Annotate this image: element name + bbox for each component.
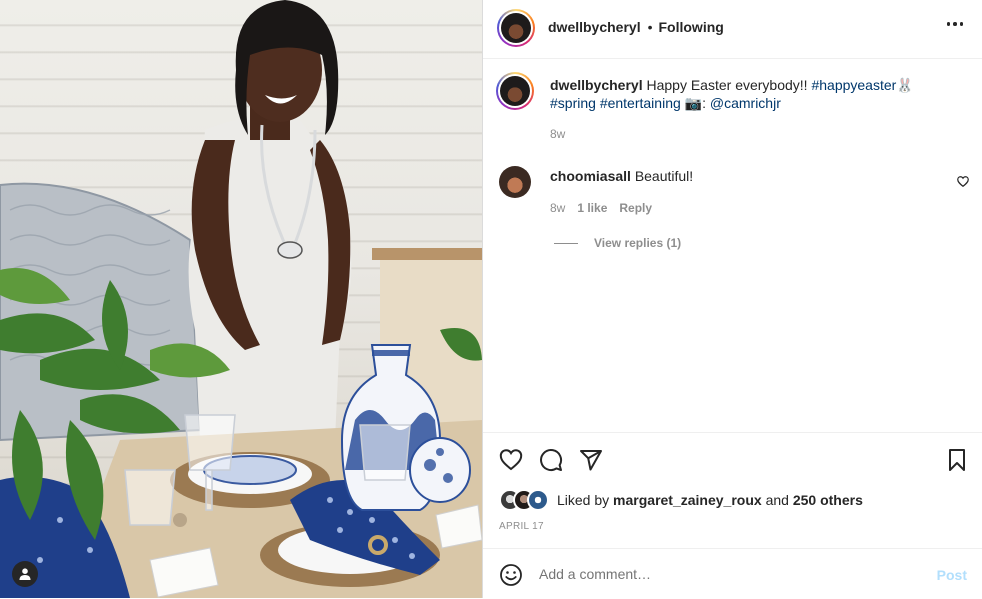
commenter-username-link[interactable]: choomiasall <box>550 168 631 184</box>
liked-by-text: Liked by margaret_zainey_roux and 250 ot… <box>557 492 863 508</box>
comment-timestamp[interactable]: 8w <box>550 201 565 215</box>
liked-by-prefix: Liked by <box>557 492 610 508</box>
caption-colon: : <box>702 95 706 111</box>
liked-by-user-link[interactable]: margaret_zainey_roux <box>613 492 762 508</box>
add-comment-bar: Post <box>483 548 982 599</box>
heart-icon[interactable] <box>499 448 523 472</box>
caption-timestamp[interactable]: 8w <box>550 127 565 141</box>
post-actions-section: Liked by margaret_zainey_roux and 250 ot… <box>483 432 982 532</box>
post-details-panel: dwellbycheryl • Following dwellbycheryl … <box>482 0 982 598</box>
emoji-icon[interactable] <box>499 563 523 587</box>
hashtag-link[interactable]: #spring <box>550 95 596 111</box>
caption-username-link[interactable]: dwellbycheryl <box>550 77 643 93</box>
bookmark-icon[interactable] <box>945 448 969 472</box>
hashtag-link[interactable]: #entertaining <box>600 95 681 111</box>
comment-body: choomiasall Beautiful! <box>550 167 693 185</box>
mention-link[interactable]: @camrichjr <box>710 95 781 111</box>
post-comment-button[interactable]: Post <box>937 567 967 583</box>
liked-by-avatars[interactable] <box>499 489 555 511</box>
photo-scene <box>0 0 482 598</box>
camera-emoji: 📷 <box>684 95 703 111</box>
liked-by-conj: and <box>765 492 789 508</box>
more-options-icon[interactable] <box>946 22 963 26</box>
comment-likes-count[interactable]: 1 like <box>577 201 607 215</box>
replies-divider <box>554 243 578 244</box>
post-caption: dwellbycheryl Happy Easter everybody!! #… <box>550 76 940 112</box>
author-username-link[interactable]: dwellbycheryl <box>548 19 641 35</box>
add-comment-input[interactable] <box>539 563 919 585</box>
bunny-emoji: 🐰 <box>896 77 914 93</box>
author-avatar[interactable] <box>497 9 535 47</box>
comment-text: Beautiful! <box>634 168 694 184</box>
liker-avatar <box>527 489 549 511</box>
comment-like-heart-icon[interactable] <box>957 176 969 187</box>
caption-avatar[interactable] <box>496 72 534 110</box>
hashtag-link[interactable]: #happyeaster <box>811 77 896 93</box>
liked-by-others-link[interactable]: 250 others <box>793 492 863 508</box>
comment-icon[interactable] <box>539 448 563 472</box>
separator-dot: • <box>647 19 653 35</box>
commenter-avatar[interactable] <box>499 166 531 198</box>
post-photo[interactable] <box>0 0 482 598</box>
view-replies-button[interactable]: View replies (1) <box>594 236 681 250</box>
following-button[interactable]: Following <box>659 19 724 35</box>
post-header: dwellbycheryl • Following <box>483 0 982 59</box>
share-icon[interactable] <box>579 448 603 472</box>
post-date[interactable]: APRIL 17 <box>499 521 544 532</box>
comment-reply-button[interactable]: Reply <box>619 201 652 215</box>
user-tag-button[interactable] <box>12 561 38 587</box>
comment-meta: 8w 1 like Reply <box>550 201 652 215</box>
caption-text: Happy Easter everybody!! <box>646 77 808 93</box>
user-tag-icon <box>19 568 31 580</box>
